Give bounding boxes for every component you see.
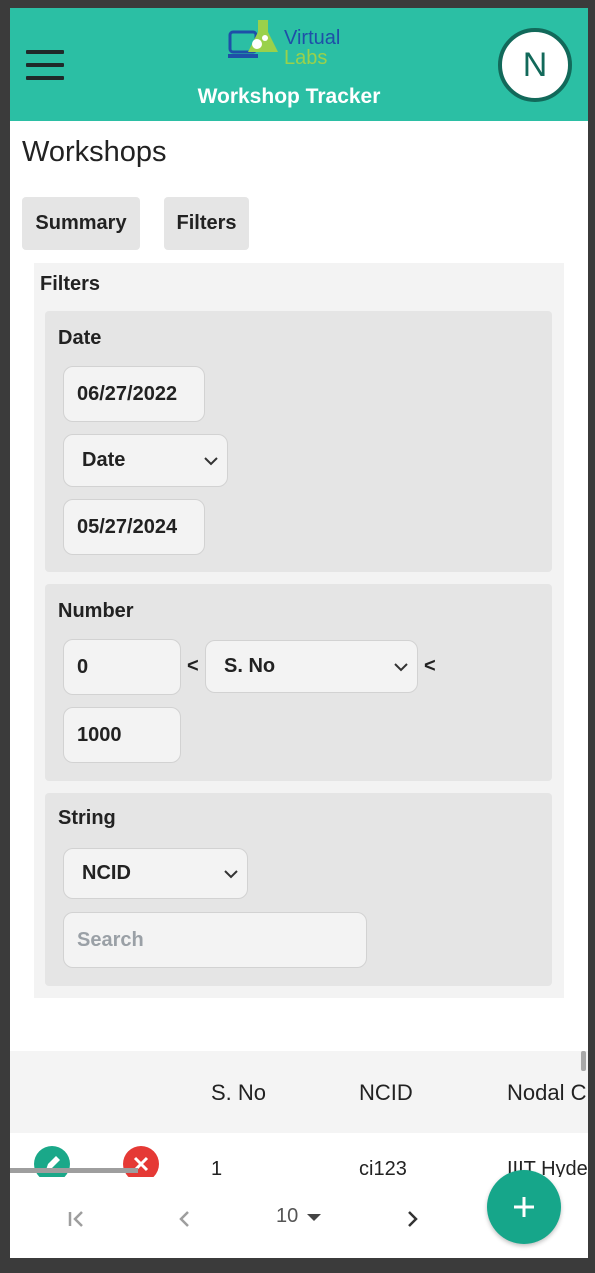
less-than-symbol: < — [187, 655, 199, 677]
date-to-input[interactable]: 05/27/2024 — [63, 499, 205, 555]
chevron-down-icon — [224, 869, 238, 878]
number-max-input[interactable]: 1000 — [63, 707, 181, 763]
search-placeholder: Search — [77, 928, 144, 951]
previous-page-icon[interactable] — [167, 1201, 203, 1237]
number-field-select[interactable]: S. No — [205, 640, 418, 693]
number-field-select-value: S. No — [224, 655, 276, 677]
table-header: S. No NCID Nodal C — [10, 1051, 588, 1133]
logo-text-virtual: Virtual — [284, 27, 341, 49]
date-filter-group: Date 06/27/2022 Date 05/27/2024 — [45, 311, 552, 572]
filters-button[interactable]: Filters — [164, 197, 249, 250]
menu-icon[interactable] — [26, 50, 64, 80]
filters-panel: Filters Date 06/27/2022 Date 05/27/2024 … — [34, 263, 564, 998]
app-title: Workshop Tracker — [197, 85, 381, 108]
plus-icon — [514, 1197, 534, 1217]
column-header-s-no[interactable]: S. No — [211, 1080, 266, 1106]
number-min-input[interactable]: 0 — [63, 639, 181, 695]
string-search-input[interactable]: Search — [63, 912, 367, 968]
summary-button[interactable]: Summary — [22, 197, 140, 250]
date-filter-label: Date — [58, 327, 102, 349]
cell-ncid: ci123 — [359, 1158, 407, 1177]
chevron-down-icon — [394, 662, 408, 671]
date-field-select-value: Date — [82, 449, 126, 471]
chevron-down-icon — [204, 456, 218, 465]
string-field-select[interactable]: NCID — [63, 848, 248, 899]
number-filter-label: Number — [58, 600, 134, 622]
next-page-icon[interactable] — [394, 1201, 430, 1237]
number-filter-group: Number 0 < S. No < 1000 — [45, 584, 552, 781]
date-field-select[interactable]: Date — [63, 434, 228, 487]
column-header-ncid[interactable]: NCID — [359, 1080, 413, 1106]
app-header: Virtual Labs Workshop Tracker N — [10, 8, 588, 121]
app-frame: Virtual Labs Workshop Tracker N Workshop… — [10, 8, 588, 1258]
rows-per-page-value: 10 — [276, 1205, 299, 1227]
logo-text-labs: Labs — [284, 47, 328, 69]
column-header-nodal[interactable]: Nodal C — [507, 1080, 586, 1106]
string-filter-group: String NCID Search — [45, 793, 552, 986]
horizontal-scrollbar[interactable] — [10, 1168, 138, 1173]
add-workshop-button[interactable] — [487, 1170, 561, 1244]
filters-heading: Filters — [40, 273, 101, 295]
vertical-scrollbar[interactable] — [581, 1051, 586, 1071]
string-filter-label: String — [58, 807, 116, 829]
string-field-select-value: NCID — [82, 862, 131, 884]
rows-per-page-select[interactable]: 10 — [276, 1205, 322, 1228]
page-title: Workshops — [22, 136, 167, 168]
first-page-icon[interactable] — [58, 1201, 94, 1237]
less-than-symbol: < — [424, 655, 436, 677]
date-from-input[interactable]: 06/27/2022 — [63, 366, 205, 422]
caret-down-icon — [307, 1213, 322, 1221]
user-avatar[interactable]: N — [498, 28, 572, 102]
cell-s-no: 1 — [211, 1158, 223, 1177]
virtual-labs-logo: Virtual Labs — [228, 14, 350, 82]
